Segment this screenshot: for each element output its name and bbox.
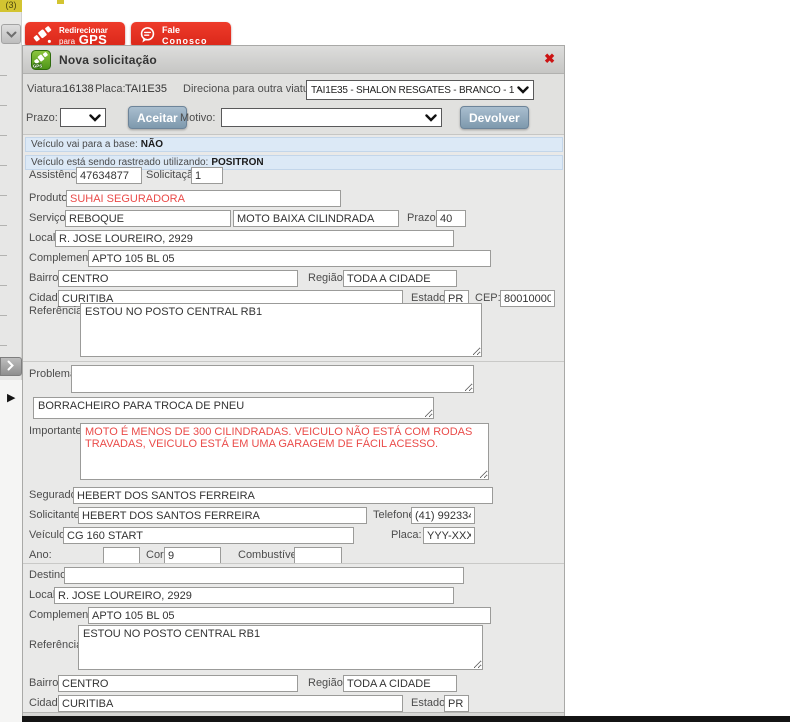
select-chevron-icon [89,113,101,122]
destino-bairro-input[interactable] [58,675,298,692]
direciona-label: Direciona para outra viatura: [183,83,322,95]
gutter-tick [0,135,7,136]
servico-input[interactable] [65,210,231,227]
prazo-label: Prazo: [407,212,439,224]
destino-bairro-label: Bairro: [29,677,62,689]
base-label: Veículo vai para a base: [31,139,138,150]
chevron-right-icon [7,359,15,374]
produto-label: Produto: [29,192,71,204]
referencias-textarea[interactable]: ESTOU NO POSTO CENTRAL RB1 [80,303,482,357]
servico-label: Serviço: [29,212,69,224]
select-chevron-icon [517,86,529,94]
gutter-tick [0,225,7,226]
gutter-tick [0,285,7,286]
regiao-input[interactable] [343,270,457,287]
bairro-input[interactable] [58,270,298,287]
destino-referencia-label: Referência: [29,639,86,651]
veiculo-input[interactable] [63,527,354,544]
combustivel-label: Combustível: [238,549,303,561]
expand-panel-button[interactable] [0,357,22,376]
destino-cidade-input[interactable] [58,695,403,712]
destino-input[interactable] [64,567,464,584]
destino-complemento-input[interactable] [88,607,491,624]
motivo-label: Motivo: [180,112,216,124]
regiao-label: Região: [308,272,346,284]
problema-textarea[interactable] [71,365,474,393]
gutter-tick [0,255,7,256]
destino-estado-input[interactable] [444,695,469,712]
redirect-gps-label: Redirecionar para GPS [59,24,108,46]
gps-green-icon: GPS [31,49,51,70]
nova-solicitacao-dialog: GPS Nova solicitação ✖ Viatura: 16138 Pl… [22,45,565,722]
aceitar-button[interactable]: Aceitar [128,106,187,129]
viatura-label: Viatura: [27,83,65,95]
prazo-select[interactable] [60,108,106,127]
destino-local-input[interactable] [54,587,454,604]
bairro-label: Bairro: [29,272,62,284]
bottom-window-edge [22,716,790,722]
select-chevron-icon [425,113,437,122]
segurado-input[interactable] [73,487,493,504]
viatura-value: 16138 [63,83,94,95]
ano-input[interactable] [103,547,140,564]
destino-regiao-label: Região: [308,677,346,689]
gutter-tick [0,315,7,316]
destino-referencia-textarea[interactable]: ESTOU NO POSTO CENTRAL RB1 [78,625,483,670]
collapse-panel-button[interactable] [1,24,21,44]
page: ▶ (3) Redirecionar para GPS Fale Conosco… [0,0,802,722]
cep-input[interactable] [500,290,555,307]
dialog-header: GPS Nova solicitação ✖ [23,46,564,74]
importante-textarea[interactable]: MOTO É MENOS DE 300 CILINDRADAS. VEICULO… [80,423,489,480]
close-icon[interactable]: ✖ [544,52,555,65]
queue-count-label: (3) [5,0,17,10]
solicitante-label: Solicitante: [29,509,83,521]
destino-estado-label: Estado: [411,697,449,709]
fale-conosco-label: Fale Conosco [162,24,208,46]
svg-text:GPS: GPS [33,63,42,68]
complemento-input[interactable] [88,250,491,267]
direciona-selected-value: TAI1E35 - SHALON RESGATES - BRANCO - 161… [311,84,514,96]
prazo-input[interactable] [436,210,466,227]
placa-viatura-label: Placa: [95,83,126,95]
gutter-tick [0,195,7,196]
importante-label: Importante: [29,425,85,437]
chat-bubble-icon [138,25,157,45]
chevron-down-icon [6,27,17,42]
fale-line1: Fale [162,25,181,35]
combustivel-input[interactable] [294,547,342,564]
satellite-icon [32,25,54,45]
expand-arrow[interactable]: ▶ [7,392,15,404]
dialog-title: Nova solicitação [59,52,157,67]
placa-viatura-value: TAI1E35 [125,83,167,95]
gutter-tick [0,345,7,346]
devolver-button[interactable]: Devolver [460,106,529,129]
servico-detalhe-input[interactable] [233,210,399,227]
gutter-tick [0,165,7,166]
gutter-tick [0,105,7,106]
solicitacao-input[interactable] [191,167,223,184]
gutter-lower-area [0,380,22,722]
cor-input[interactable] [164,547,221,564]
section-separator [23,563,564,564]
queue-count-tab[interactable]: (3) [0,0,22,12]
produto-input[interactable] [66,190,341,207]
destino-regiao-input[interactable] [343,675,457,692]
direciona-viatura-select[interactable]: TAI1E35 - SHALON RESGATES - BRANCO - 161… [306,80,534,100]
solicitante-input[interactable] [78,507,367,524]
section-separator [23,361,564,362]
placa-label: Placa: [391,529,422,541]
problema-detalhe-textarea[interactable]: BORRACHEIRO PARA TROCA DE PNEU [33,397,434,419]
vehicle-base-infobar: Veículo vai para a base: NÃO [25,137,563,152]
gutter-tick [0,75,7,76]
queue-tab-fragment [57,0,64,4]
assistencia-input[interactable] [76,167,142,184]
motivo-select[interactable] [221,108,442,127]
prazo-select-label: Prazo: [26,112,58,124]
telefone-input[interactable] [411,507,475,524]
placa-input[interactable] [423,527,475,544]
base-value: NÃO [140,139,163,150]
local-input[interactable] [55,230,454,247]
ano-label: Ano: [29,549,52,561]
local-label: Local: [29,232,59,244]
